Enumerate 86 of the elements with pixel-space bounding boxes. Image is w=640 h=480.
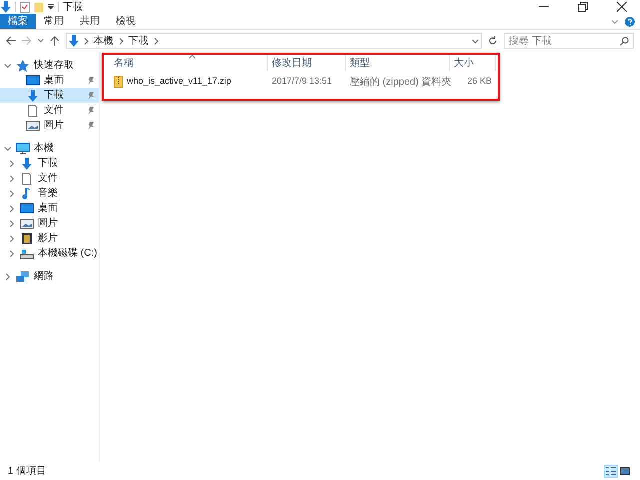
nav-item[interactable]: 桌面 (0, 73, 99, 88)
nav-label: 圖片 (44, 118, 65, 133)
drive-icon (20, 248, 34, 260)
column-header[interactable]: 名稱 (110, 55, 268, 71)
chevron-right-icon[interactable] (4, 272, 12, 280)
file-name[interactable]: who_is_active_v11_17.zip (127, 75, 232, 89)
column-header[interactable]: 修改日期 (268, 55, 346, 71)
details-view-button[interactable] (604, 464, 618, 478)
picture-icon (620, 466, 630, 476)
status-text: 1 個項目 (8, 464, 46, 478)
nav-label: 下載 (44, 88, 65, 103)
nav-item[interactable]: 音樂 (0, 186, 99, 201)
close-icon[interactable] (617, 2, 627, 12)
zip-folder-icon (114, 76, 123, 88)
nav-label: 快速存取 (34, 58, 75, 73)
down-arrow-icon (68, 35, 79, 47)
back-arrow-icon[interactable] (6, 36, 16, 46)
nav-item[interactable]: 文件 (0, 171, 99, 186)
nav-label: 桌面 (38, 202, 59, 216)
network-icon (16, 270, 30, 282)
chevron-right-icon[interactable] (84, 38, 89, 44)
address-bar[interactable]: 本機 下載 (66, 33, 482, 49)
chevron-down-icon[interactable] (472, 38, 480, 44)
nav-label: 本機磁碟 (C:) (38, 246, 98, 261)
nav-label: 下載 (38, 156, 59, 171)
nav-label: 網路 (34, 270, 55, 284)
ribbon-tab[interactable]: 常用 (36, 14, 72, 29)
nav-item[interactable]: 網路 (0, 269, 99, 284)
column-header[interactable]: 大小 (450, 55, 496, 71)
monitor-icon (26, 74, 40, 86)
nav-item[interactable]: 圖片 (0, 216, 99, 231)
star-icon (16, 60, 30, 72)
checklist-icon[interactable] (20, 2, 30, 12)
chevron-right-icon[interactable] (118, 38, 124, 44)
down-arrow-icon (20, 158, 34, 170)
document-icon (26, 104, 40, 116)
ribbon-tab[interactable]: 檢視 (108, 14, 144, 29)
nav-label: 文件 (38, 172, 59, 186)
film-icon (20, 232, 34, 244)
computer-icon (16, 142, 30, 154)
nav-item[interactable]: 桌面 (0, 201, 99, 216)
refresh-icon[interactable] (488, 36, 498, 46)
chevron-right-icon[interactable] (154, 38, 159, 44)
nav-label: 音樂 (38, 186, 59, 201)
search-icon (620, 36, 630, 46)
nav-item[interactable]: 本機 (0, 141, 99, 156)
search-input[interactable]: 搜尋 下載 (509, 34, 620, 48)
sort-caret-icon (188, 55, 196, 59)
breadcrumb-item[interactable]: 下載 (128, 34, 149, 48)
large-icons-view-button[interactable] (618, 464, 632, 478)
chevron-down-icon[interactable] (611, 18, 619, 26)
restore-icon[interactable] (578, 2, 588, 12)
nav-item[interactable]: 下載 (0, 156, 99, 171)
help-icon[interactable] (625, 16, 635, 26)
nav-label: 文件 (44, 104, 65, 118)
nav-item[interactable]: 文件 (0, 103, 99, 118)
monitor-icon (20, 202, 34, 214)
table-cell-text: 壓縮的 (zipped) 資料夾 (349, 76, 450, 90)
nav-item[interactable]: 本機磁碟 (C:) (0, 246, 99, 261)
chevron-down-icon[interactable] (4, 144, 12, 152)
nav-label: 桌面 (44, 74, 65, 88)
down-arrow-icon[interactable] (1, 1, 11, 13)
breadcrumb-item[interactable]: 本機 (94, 34, 114, 48)
nav-item[interactable]: 快速存取 (0, 58, 99, 73)
chevron-down-icon[interactable] (38, 38, 44, 44)
chevron-down-icon[interactable] (4, 62, 12, 70)
document-icon (20, 172, 34, 184)
search-field[interactable]: 搜尋 下載 (504, 33, 634, 49)
up-arrow-icon[interactable] (50, 36, 60, 46)
nav-item[interactable]: 圖片 (0, 118, 99, 133)
nav-label: 圖片 (38, 216, 59, 231)
ribbon-tab[interactable]: 檔案 (0, 14, 36, 29)
nav-label: 本機 (34, 142, 55, 156)
down-arrow-icon (26, 90, 40, 102)
table-cell-text: 26 KB (466, 75, 493, 88)
list-icon (606, 466, 616, 476)
nav-label: 影片 (38, 232, 59, 246)
picture-icon (20, 218, 34, 230)
table-cell-text: 2017/7/9 13:51 (271, 75, 334, 88)
window-title: 下載 (63, 0, 83, 14)
ribbon-tab[interactable]: 共用 (72, 14, 108, 29)
picture-icon (26, 120, 40, 132)
nav-item[interactable]: 影片 (0, 231, 99, 246)
dropdown-icon[interactable] (48, 4, 54, 10)
column-header[interactable]: 類型 (346, 55, 450, 71)
nav-item[interactable]: 下載 (0, 88, 99, 103)
